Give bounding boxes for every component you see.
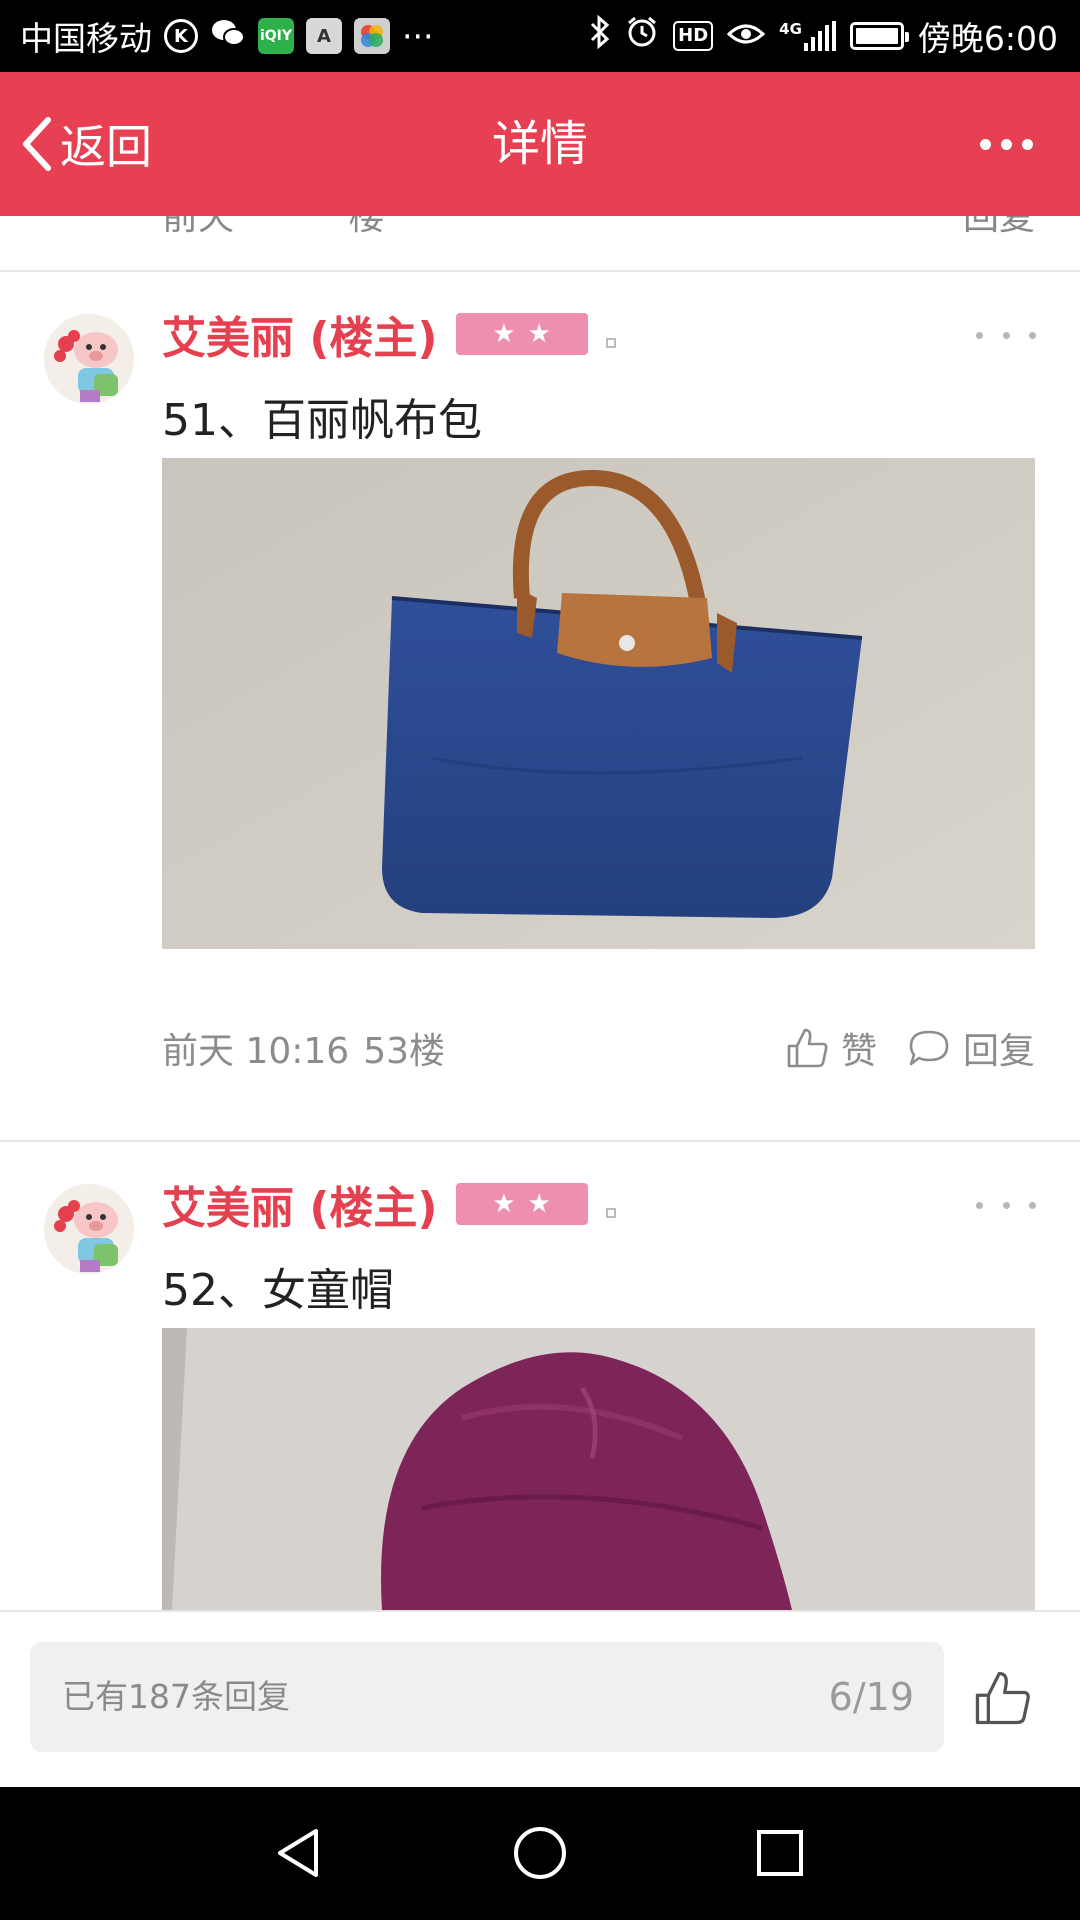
a-icon: A <box>306 18 342 54</box>
star-icon: ★ <box>492 319 516 349</box>
k-icon: K <box>164 19 198 53</box>
post-image[interactable] <box>162 458 1035 949</box>
iqiyi-icon: iQIY <box>258 18 294 54</box>
post-more-button[interactable] <box>976 1190 1036 1220</box>
wechat-icon <box>210 17 246 56</box>
page-indicator[interactable]: 6/19 <box>829 1642 914 1752</box>
more-dot <box>1000 138 1012 150</box>
post-text: 52、女童帽 <box>162 1265 394 1316</box>
post-text: 51、百丽帆布包 <box>162 395 482 446</box>
carrier-name: 中国移动 <box>20 19 152 58</box>
nav-home-button[interactable] <box>510 1823 570 1883</box>
post-floor: 53楼 <box>363 1031 446 1072</box>
hd-icon: HD <box>673 21 714 51</box>
post-item: 艾美丽 (楼主) ★ ★ 52、女童帽 <box>0 1142 1080 1610</box>
avatar[interactable] <box>44 1184 134 1274</box>
previous-post-time: 前天 楼 <box>162 216 385 238</box>
more-options-button[interactable] <box>956 124 1056 164</box>
bluetooth-icon <box>589 14 611 57</box>
level-badge: ★ ★ <box>455 1183 588 1225</box>
thumbs-up-icon <box>975 1671 1030 1725</box>
nav-back-button[interactable] <box>270 1823 330 1883</box>
more-dot <box>979 138 991 150</box>
author-row: 艾美丽 (楼主) ★ ★ <box>162 306 616 364</box>
post-meta-row: 前天 10:16 53楼 赞 回复 <box>162 1018 1035 1078</box>
level-badge: ★ ★ <box>455 313 588 355</box>
badge-dot-icon <box>605 338 616 348</box>
post-more-button[interactable] <box>976 320 1036 350</box>
back-label: 返回 <box>60 120 152 174</box>
network-type-label: 4G <box>779 20 802 38</box>
chevron-left-icon <box>23 117 51 171</box>
top-navigation-bar: 返回 详情 <box>0 72 1080 216</box>
page-title: 详情 <box>491 116 588 172</box>
square-recents-icon <box>757 1830 803 1876</box>
photos-icon <box>354 18 390 54</box>
status-bar: 中国移动 K iQIY A ··· HD 4G 傍晚6:00 <box>0 0 1080 72</box>
system-navigation-bar <box>0 1787 1080 1920</box>
like-button[interactable]: 赞 <box>785 1022 877 1074</box>
more-dot <box>1021 138 1033 150</box>
post-time: 前天 10:16 <box>162 1031 350 1072</box>
alarm-icon <box>625 15 659 57</box>
star-icon: ★ <box>492 1189 516 1219</box>
post-item: 艾美丽 (楼主) ★ ★ 51、百丽帆布包 前天 10:16 53楼 赞 回复 <box>0 272 1080 1140</box>
like-post-button[interactable] <box>972 1668 1032 1728</box>
reply-label: 回复 <box>962 1031 1035 1072</box>
triangle-back-icon <box>278 1829 318 1877</box>
author-name[interactable]: 艾美丽 (楼主) <box>162 1172 438 1236</box>
eye-icon <box>726 17 766 56</box>
signal-icon <box>803 21 836 51</box>
star-icon: ★ <box>527 319 551 349</box>
reply-button[interactable]: 回复 <box>907 1022 1035 1074</box>
star-icon: ★ <box>527 1189 551 1219</box>
reply-placeholder: 已有187条回复 <box>62 1677 290 1716</box>
like-label: 赞 <box>840 1031 877 1072</box>
bottom-reply-bar: 已有187条回复 6/19 <box>0 1610 1080 1787</box>
thumbs-up-icon <box>787 1028 828 1068</box>
author-name[interactable]: 艾美丽 (楼主) <box>162 302 438 366</box>
back-button[interactable]: 返回 <box>20 72 152 216</box>
post-feed[interactable]: 前天 楼 回复 艾美丽 (楼主) ★ ★ 51、百丽帆布包 前天 10:16 5… <box>0 216 1080 1610</box>
previous-post-meta: 前天 楼 回复 <box>0 216 1080 270</box>
badge-dot-icon <box>605 1208 616 1218</box>
battery-icon <box>849 22 909 50</box>
reply-input[interactable]: 已有187条回复 6/19 <box>30 1642 944 1752</box>
circle-home-icon <box>514 1827 566 1879</box>
notification-more-icon: ··· <box>402 16 434 56</box>
post-image[interactable] <box>162 1328 1035 1610</box>
nav-recents-button[interactable] <box>750 1823 810 1883</box>
clock: 傍晚6:00 <box>917 19 1058 58</box>
comment-icon <box>909 1030 949 1066</box>
avatar[interactable] <box>44 314 134 404</box>
author-row: 艾美丽 (楼主) ★ ★ <box>162 1176 616 1234</box>
previous-post-reply[interactable]: 回复 <box>963 216 1035 240</box>
